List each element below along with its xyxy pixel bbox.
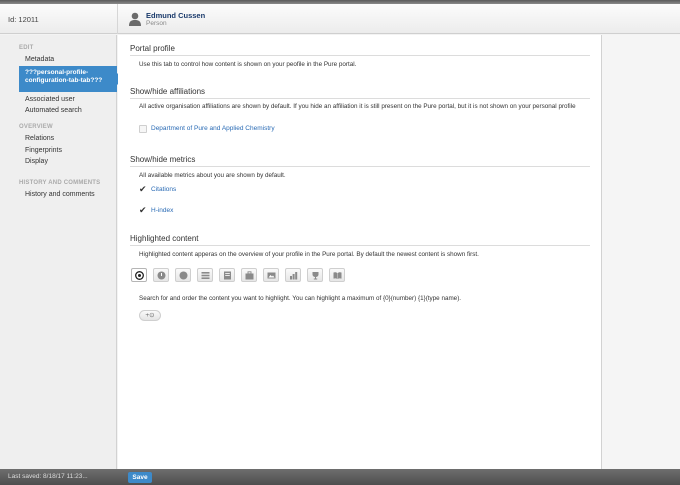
content-type-button[interactable]: [285, 268, 301, 282]
trophy-icon: [312, 272, 319, 280]
section-divider: [130, 98, 590, 99]
circle-icon: [157, 271, 166, 280]
section-title-portal-profile: Portal profile: [130, 44, 175, 53]
content-type-all-button[interactable]: [131, 268, 147, 282]
content-type-button[interactable]: [241, 268, 257, 282]
header: Id: 12011 Edmund Cussen Person: [0, 4, 680, 34]
highlight-search-description: Search for and order the content you wan…: [139, 295, 462, 302]
affiliation-label[interactable]: Department of Pure and Applied Chemistry: [151, 125, 275, 132]
portal-profile-description: Use this tab to control how content is s…: [139, 61, 357, 68]
bar-chart-icon: [290, 272, 298, 280]
sidebar-section-history: HISTORY AND COMMENTS: [19, 180, 101, 186]
sidebar-item-metadata[interactable]: Metadata: [25, 56, 54, 63]
sidebar-section-overview: OVERVIEW: [19, 124, 53, 130]
section-divider: [130, 166, 590, 167]
sidebar-item-relations[interactable]: Relations: [25, 135, 54, 142]
content-type-button[interactable]: [153, 268, 169, 282]
book-icon: [333, 272, 342, 279]
sidebar-item-automated-search[interactable]: Automated search: [25, 107, 82, 114]
content-type-button[interactable]: [329, 268, 345, 282]
app-window: Id: 12011 Edmund Cussen Person EDIT Meta…: [0, 0, 680, 485]
record-id: Id: 12011: [8, 15, 39, 24]
save-button[interactable]: Save: [128, 472, 152, 483]
affiliations-description: All active organisation affiliations are…: [139, 103, 576, 110]
metrics-description: All available metrics about you are show…: [139, 172, 286, 179]
footer-bar: Last saved: 8/18/17 11:23... Save: [0, 469, 680, 485]
person-icon: [129, 12, 141, 26]
sidebar-item-fingerprints[interactable]: Fingerprints: [25, 147, 62, 154]
header-divider: [117, 4, 118, 34]
affiliation-checkbox[interactable]: [139, 125, 147, 133]
sidebar: EDIT Metadata ???personal-profile-config…: [0, 35, 123, 469]
person-name: Edmund Cussen: [146, 11, 206, 20]
section-title-metrics: Show/hide metrics: [130, 155, 196, 164]
metric-label-h-index[interactable]: H-index: [151, 207, 173, 214]
add-highlight-button[interactable]: +⊙: [139, 310, 161, 321]
sidebar-item-display[interactable]: Display: [25, 158, 48, 165]
sidebar-section-edit: EDIT: [19, 45, 34, 51]
briefcase-icon: [245, 271, 254, 280]
metric-label-citations[interactable]: Citations: [151, 186, 176, 193]
last-saved-status: Last saved: 8/18/17 11:23...: [8, 473, 88, 480]
content-type-button[interactable]: [197, 268, 213, 282]
sidebar-item-personal-profile[interactable]: ???personal-profile-configuration-tab-ta…: [19, 66, 123, 92]
section-title-affiliations: Show/hide affiliations: [130, 87, 206, 96]
list-icon: [201, 272, 210, 279]
main-content: Portal profile Use this tab to control h…: [118, 35, 601, 469]
checkmark-icon[interactable]: ✔: [139, 206, 148, 215]
checkmark-icon[interactable]: ✔: [139, 185, 148, 194]
section-divider: [130, 55, 590, 56]
highlighted-description: Highlighted content apperas on the overv…: [139, 251, 479, 258]
image-icon: [267, 272, 276, 279]
target-icon: [135, 271, 144, 280]
sidebar-item-associated-user[interactable]: Associated user: [25, 96, 75, 103]
right-panel: [601, 35, 680, 469]
section-divider: [130, 245, 590, 246]
content-type-button[interactable]: [175, 268, 191, 282]
circle-icon: [179, 271, 188, 280]
section-title-highlighted-content: Highlighted content: [130, 234, 199, 243]
content-type-button[interactable]: [307, 268, 323, 282]
sidebar-item-history-and-comments[interactable]: History and comments: [25, 191, 95, 198]
person-type: Person: [146, 20, 167, 27]
content-type-button[interactable]: [219, 268, 235, 282]
content-type-button[interactable]: [263, 268, 279, 282]
sidebar-item-label: ???personal-profile-configuration-tab-ta…: [25, 69, 103, 84]
document-icon: [224, 271, 231, 280]
content-type-toolbar: [131, 268, 356, 282]
